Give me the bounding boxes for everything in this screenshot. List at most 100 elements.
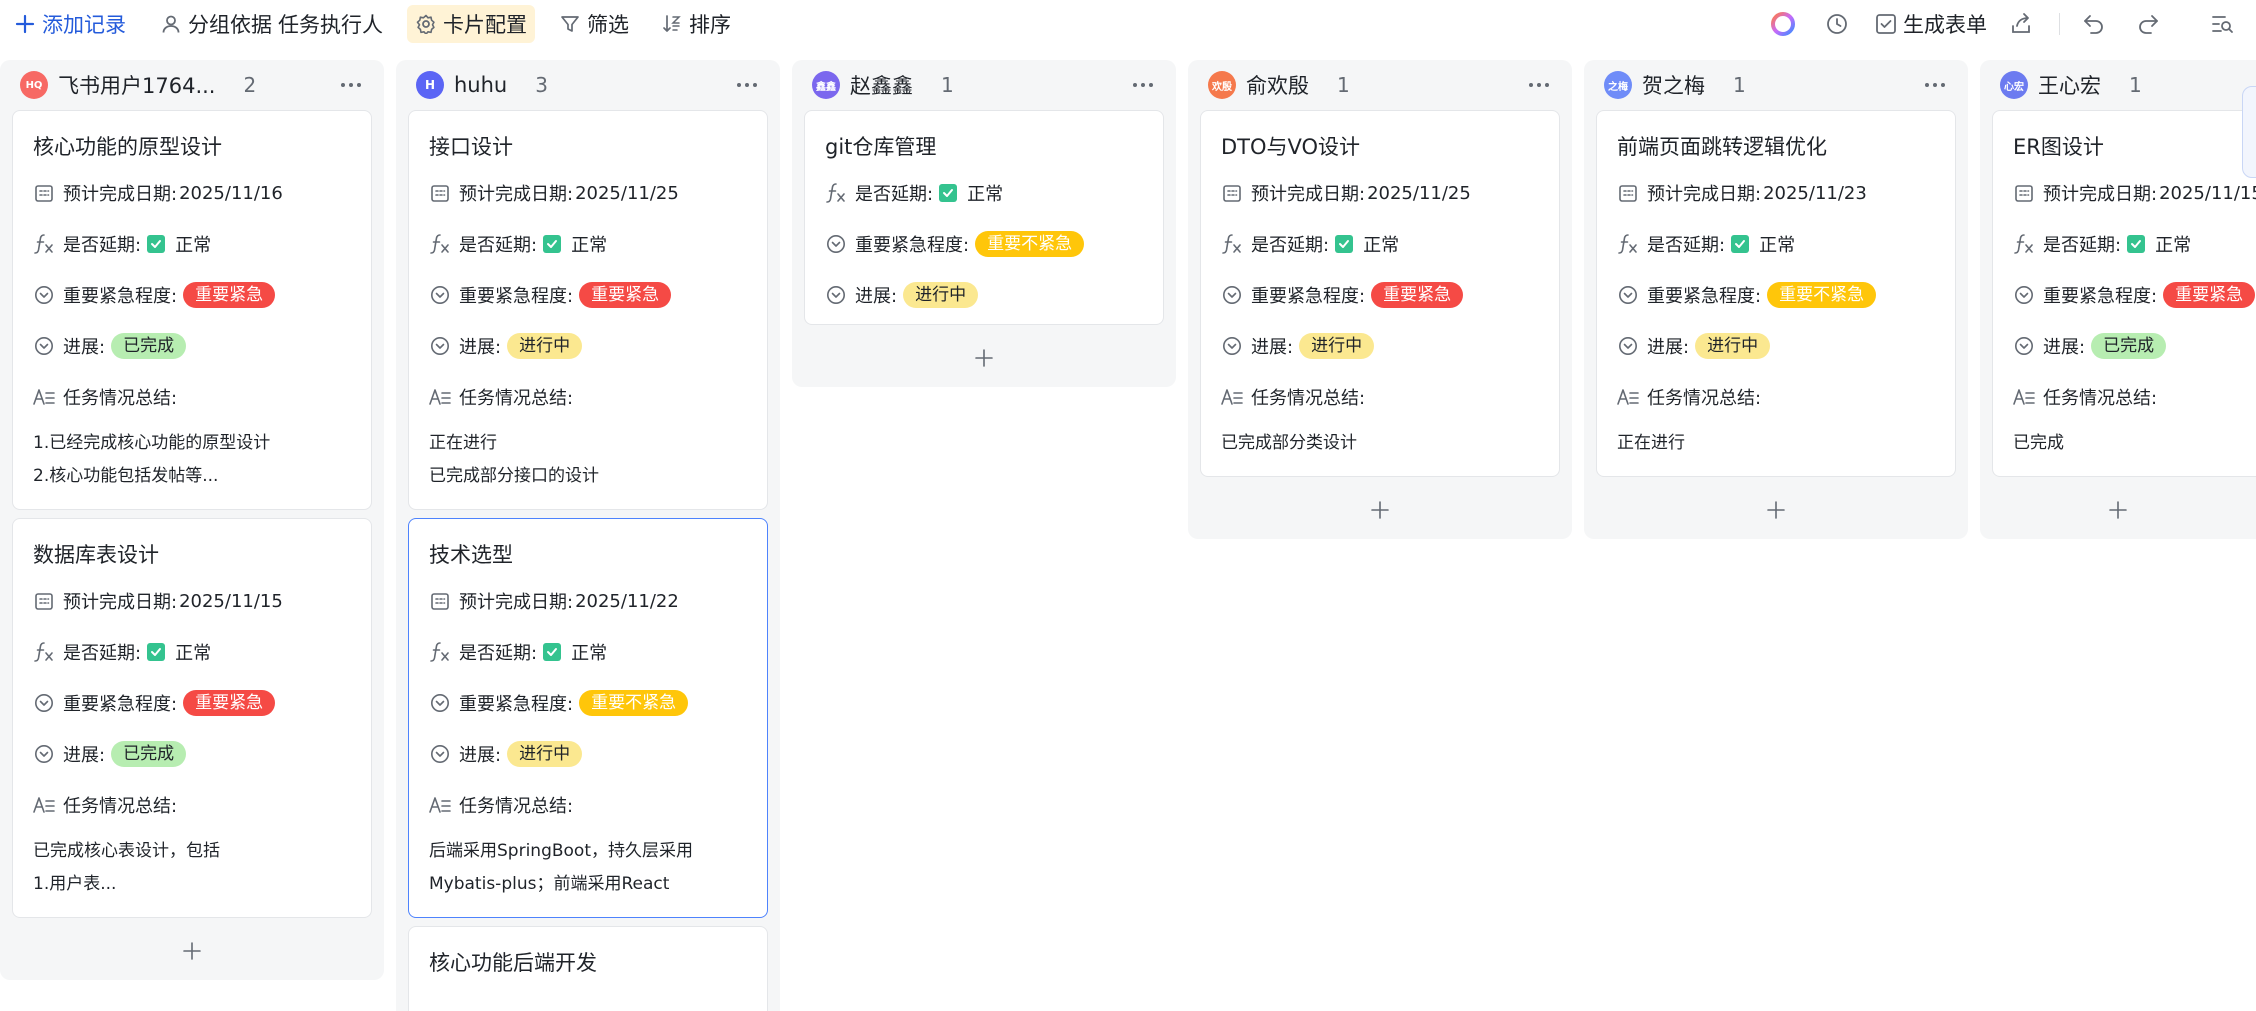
field-label: 预计完成日期: xyxy=(459,184,574,205)
summary-line: 已完成部分接口的设计 xyxy=(429,466,599,486)
summary-text: 正在进行已完成部分接口的设计 xyxy=(429,427,747,493)
summary-text: 1.已经完成核心功能的原型设计 2.核心功能包括发帖等... xyxy=(33,427,351,493)
checkbox-checked-icon xyxy=(543,643,562,661)
record-card[interactable]: 核心功能后端开发 xyxy=(408,926,768,1011)
filter-button[interactable]: 筛选 xyxy=(551,5,637,43)
record-card[interactable]: ER图设计 预计完成日期: 2025/11/15 是否延期: 正常 重要紧急程度: 重… xyxy=(1992,110,2256,477)
column-name: 俞欢殷 xyxy=(1246,74,1309,98)
delayed-value: 正常 xyxy=(2155,235,2192,256)
calendar-icon xyxy=(429,590,451,612)
summary-line: 正在进行 xyxy=(429,433,497,453)
more-icon[interactable] xyxy=(1918,70,1952,100)
checkbox-checked-icon xyxy=(147,235,166,253)
delayed-value: 正常 xyxy=(967,184,1004,205)
progress-tag: 已完成 xyxy=(2091,333,2167,359)
summary-line: 1.已经完成核心功能的原型设计 xyxy=(33,433,271,453)
card-config-button[interactable]: 卡片配置 xyxy=(407,5,535,43)
column-header: 鑫鑫 赵鑫鑫 1 xyxy=(792,60,1176,110)
share-icon[interactable] xyxy=(2001,5,2041,43)
card-title: 技术选型 xyxy=(429,543,513,567)
select-circle-icon xyxy=(429,284,451,306)
card-config-label: 卡片配置 xyxy=(443,13,527,37)
history-icon[interactable] xyxy=(1817,5,1857,43)
select-circle-icon xyxy=(2013,284,2035,306)
group-by-value: 任务执行人 xyxy=(278,13,383,37)
field-label: 任务情况总结: xyxy=(1251,388,1366,409)
card-title: 数据库表设计 xyxy=(33,543,159,567)
ai-assistant-icon[interactable] xyxy=(1763,5,1803,43)
field-label: 是否延期: xyxy=(459,643,538,664)
more-icon[interactable] xyxy=(1522,70,1556,100)
record-card[interactable]: DTO与VO设计 预计完成日期: 2025/11/25 是否延期: 正常 重要紧急程… xyxy=(1200,110,1560,477)
field-label: 进展: xyxy=(459,337,502,358)
group-by-button[interactable]: 分组依据 任务执行人 xyxy=(152,5,391,43)
checkbox-checked-icon xyxy=(543,235,562,253)
kanban-column: HQ 飞书用户1764... 2 核心功能的原型设计 预计完成日期: 2025/1… xyxy=(0,60,384,980)
calendar-icon xyxy=(2013,182,2035,204)
field-label: 是否延期: xyxy=(855,184,934,205)
add-card-button[interactable] xyxy=(1584,485,1968,539)
kanban-column: 之梅 贺之梅 1 前端页面跳转逻辑优化 预计完成日期: 2025/11/23 是否… xyxy=(1584,60,1968,539)
field-label: 重要紧急程度: xyxy=(1251,286,1366,307)
formula-icon xyxy=(1617,233,1639,255)
select-circle-icon xyxy=(33,692,55,714)
select-circle-icon xyxy=(1221,284,1243,306)
calendar-icon xyxy=(1221,182,1243,204)
record-card[interactable]: 前端页面跳转逻辑优化 预计完成日期: 2025/11/23 是否延期: 正常 重要紧… xyxy=(1596,110,1956,477)
column-header: 心宏 王心宏 1 xyxy=(1980,60,2256,110)
summary-line: Mybatis-plus；前端采用React xyxy=(429,874,670,894)
field-label: 进展: xyxy=(855,286,898,307)
add-card-button[interactable] xyxy=(0,926,384,980)
summary-text: 后端采用SpringBoot，持久层采用 Mybatis-plus；前端采用Rea… xyxy=(429,835,747,901)
add-card-button[interactable] xyxy=(792,333,1176,387)
field-label: 预计完成日期: xyxy=(63,184,178,205)
formula-icon xyxy=(825,182,847,204)
record-card[interactable]: 核心功能的原型设计 预计完成日期: 2025/11/16 是否延期: 正常 重要紧急… xyxy=(12,110,372,510)
add-card-button[interactable] xyxy=(1188,485,1572,539)
add-card-button[interactable] xyxy=(1980,485,2256,539)
card-title: 前端页面跳转逻辑优化 xyxy=(1617,135,1827,159)
form-check-icon xyxy=(1875,13,1897,35)
progress-tag: 进行中 xyxy=(903,282,979,308)
more-icon[interactable] xyxy=(730,70,764,100)
field-label: 重要紧急程度: xyxy=(459,286,574,307)
record-card[interactable]: git仓库管理 是否延期: 正常 重要紧急程度: 重要不紧急 进展: 进行中 xyxy=(804,110,1164,325)
field-label: 是否延期: xyxy=(459,235,538,256)
select-circle-icon xyxy=(33,743,55,765)
add-record-button[interactable]: 添加记录 xyxy=(6,5,134,43)
undo-icon[interactable] xyxy=(2074,5,2114,43)
toolbar-divider xyxy=(2059,13,2060,35)
field-label: 预计完成日期: xyxy=(459,592,574,613)
field-label: 预计完成日期: xyxy=(63,592,178,613)
generate-form-button[interactable]: 生成表单 xyxy=(1875,9,1987,39)
field-label: 重要紧急程度: xyxy=(459,694,574,715)
side-panel-handle[interactable] xyxy=(2242,86,2256,178)
record-card[interactable]: 接口设计 预计完成日期: 2025/11/25 是否延期: 正常 重要紧急程度: 重要… xyxy=(408,110,768,510)
toolbar: 添加记录 分组依据 任务执行人 卡片配置 筛选 排序 生成表单 xyxy=(0,0,2256,48)
sort-button[interactable]: 排序 xyxy=(653,5,739,43)
select-circle-icon xyxy=(429,692,451,714)
field-label: 进展: xyxy=(1647,337,1690,358)
checkbox-checked-icon xyxy=(2127,235,2146,253)
text-icon xyxy=(1617,386,1639,408)
summary-line: 已完成部分类设计 xyxy=(1221,433,1357,453)
progress-tag: 进行中 xyxy=(1299,333,1375,359)
priority-tag: 重要紧急 xyxy=(579,282,672,308)
redo-icon[interactable] xyxy=(2128,5,2168,43)
summary-line: 后端采用SpringBoot，持久层采用 xyxy=(429,841,693,861)
checkbox-checked-icon xyxy=(939,184,958,202)
avatar: H xyxy=(416,71,444,99)
progress-tag: 进行中 xyxy=(507,741,583,767)
avatar: 心宏 xyxy=(2000,71,2028,99)
record-card[interactable]: 数据库表设计 预计完成日期: 2025/11/15 是否延期: 正常 重要紧急程度:… xyxy=(12,518,372,918)
field-label: 进展: xyxy=(63,745,106,766)
priority-tag: 重要紧急 xyxy=(2163,282,2256,308)
more-icon[interactable] xyxy=(1126,70,1160,100)
search-list-icon[interactable] xyxy=(2202,5,2242,43)
column-count: 1 xyxy=(2129,73,2142,97)
field-label: 任务情况总结: xyxy=(459,796,574,817)
plus-icon xyxy=(974,348,994,372)
record-card-selected[interactable]: 技术选型 预计完成日期: 2025/11/22 是否延期: 正常 重要紧急程度: 重要… xyxy=(408,518,768,918)
avatar: 之梅 xyxy=(1604,71,1632,99)
more-icon[interactable] xyxy=(334,70,368,100)
